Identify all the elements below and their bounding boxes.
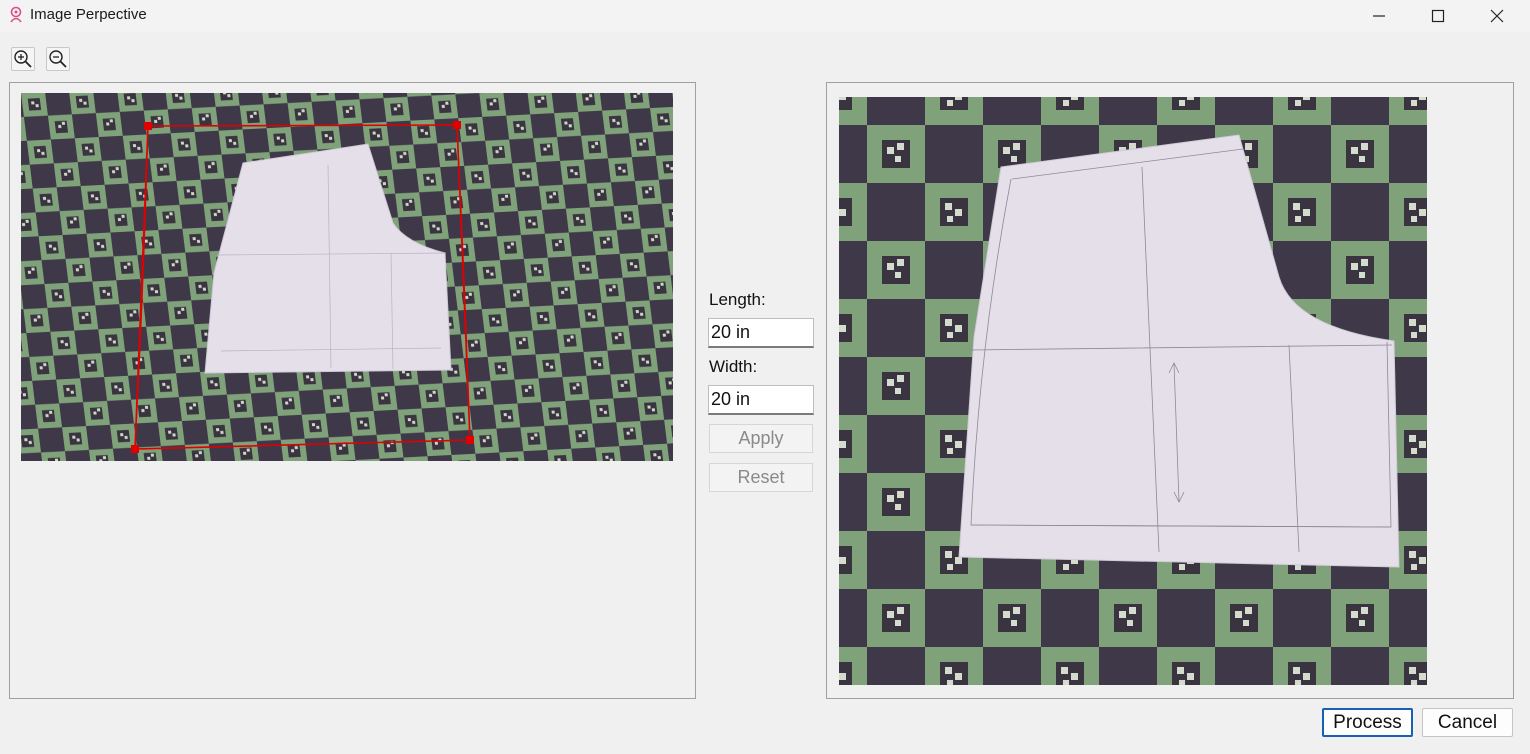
reset-button[interactable]: Reset — [709, 463, 813, 492]
zoom-in-button[interactable] — [11, 47, 35, 71]
process-button[interactable]: Process — [1322, 708, 1413, 737]
minimize-icon — [1373, 15, 1385, 17]
result-image-panel — [826, 82, 1514, 699]
width-input[interactable]: 20 in — [708, 385, 814, 415]
corner-handle-top-left[interactable] — [144, 122, 152, 130]
cancel-button[interactable]: Cancel — [1422, 708, 1513, 737]
corner-handle-bottom-left[interactable] — [131, 445, 139, 453]
zoom-out-icon — [49, 50, 67, 68]
app-icon — [10, 6, 22, 23]
zoom-out-button[interactable] — [46, 47, 70, 71]
source-image[interactable] — [21, 93, 673, 461]
length-label: Length: — [709, 290, 766, 309]
maximize-icon — [1431, 9, 1445, 23]
width-label: Width: — [709, 357, 758, 376]
result-image — [839, 97, 1427, 685]
title-bar: Image Perpective — [0, 0, 1530, 32]
source-image-panel — [9, 82, 696, 699]
maximize-button[interactable] — [1409, 0, 1467, 32]
close-icon — [1490, 9, 1504, 23]
length-input[interactable]: 20 in — [708, 318, 814, 348]
window-title: Image Perpective — [30, 6, 147, 23]
corner-handle-bottom-right[interactable] — [466, 436, 474, 444]
zoom-in-icon — [14, 50, 32, 68]
apply-button[interactable]: Apply — [709, 424, 813, 453]
minimize-button[interactable] — [1350, 0, 1408, 32]
corner-handle-top-right[interactable] — [453, 121, 461, 129]
close-button[interactable] — [1468, 0, 1526, 32]
